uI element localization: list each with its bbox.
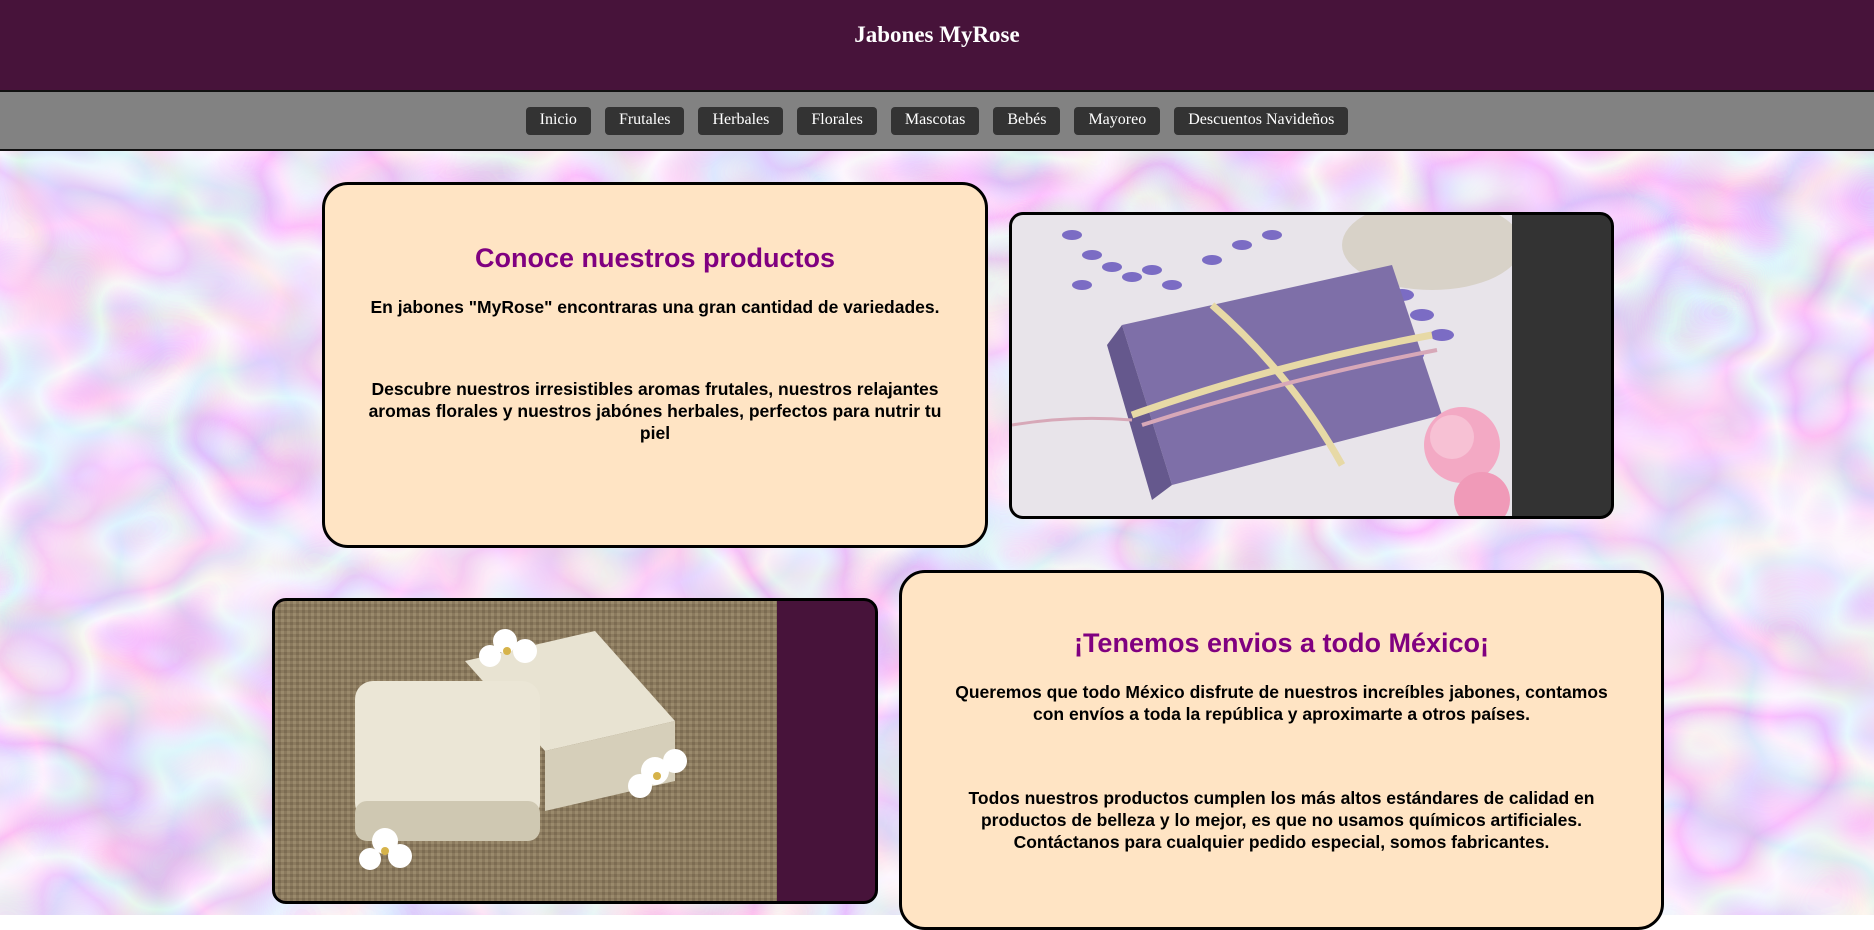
shipping-heading: ¡Tenemos envios a todo México¡ [1073, 628, 1490, 658]
products-intro-text: En jabones "MyRose" encontraras una gran… [370, 297, 940, 317]
nav-item-herbales[interactable]: Herbales [698, 106, 784, 135]
site-title: Jabones MyRose [854, 22, 1020, 47]
nav-item-florales[interactable]: Florales [797, 106, 877, 135]
nav-item-mascotas[interactable]: Mascotas [890, 106, 980, 135]
main-nav: Inicio Frutales Herbales Florales Mascot… [0, 92, 1874, 151]
nav-item-bebes[interactable]: Bebés [993, 106, 1061, 135]
products-heading: Conoce nuestros productos [474, 243, 836, 273]
lavender-soap-image [1009, 212, 1614, 519]
nav-item-descuentos-navidenos[interactable]: Descuentos Navideños [1174, 106, 1349, 135]
white-soap-image [272, 598, 878, 904]
nav-item-inicio[interactable]: Inicio [525, 106, 591, 135]
nav-item-mayoreo[interactable]: Mayoreo [1074, 106, 1161, 135]
shipping-details-text: Todos nuestros productos cumplen los más… [968, 788, 1595, 852]
shipping-intro-text: Queremos que todo México disfrute de nue… [955, 682, 1608, 724]
shipping-card: ¡Tenemos envios a todo México¡ Queremos … [899, 570, 1664, 930]
nav-item-frutales[interactable]: Frutales [604, 106, 685, 135]
site-header: Jabones MyRose [0, 0, 1874, 92]
products-description-text: Descubre nuestros irresistibles aromas f… [368, 379, 942, 443]
products-card: Conoce nuestros productos En jabones "My… [322, 182, 988, 548]
